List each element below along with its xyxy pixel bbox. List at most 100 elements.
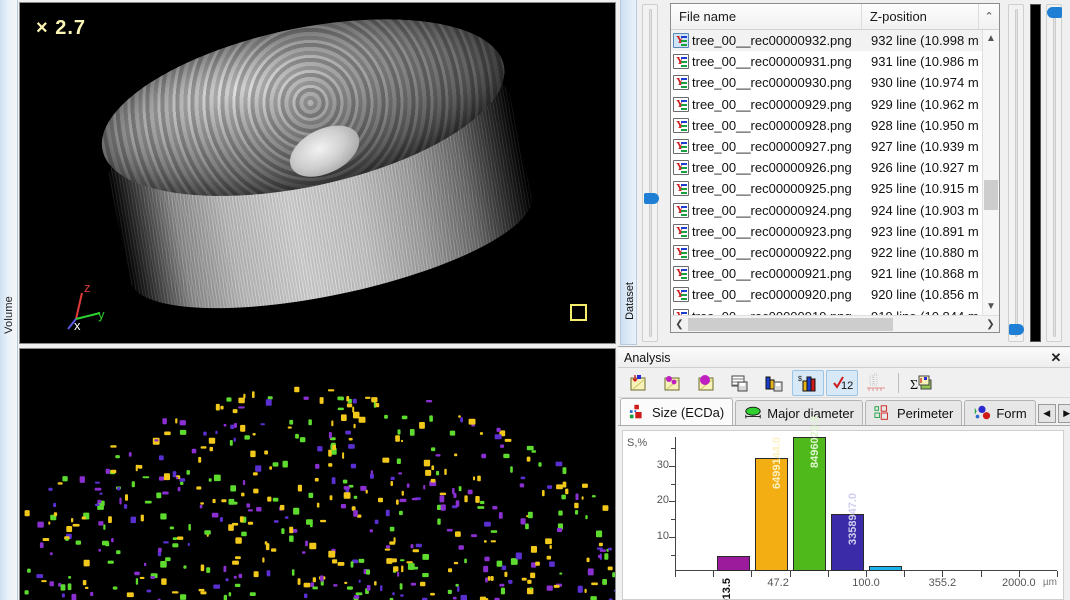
bar-slot: 508374.4: [866, 437, 904, 571]
slice-file-icon: Y: [673, 54, 689, 69]
save-chart-icon[interactable]: [758, 370, 790, 396]
scroll-left-icon[interactable]: ❮: [671, 319, 688, 330]
file-list-vertical-scrollbar[interactable]: ▲ ▼: [982, 30, 999, 315]
tab-size-ecda[interactable]: Size (ECDa): [620, 398, 733, 425]
tab-label: Size (ECDa): [652, 405, 724, 420]
cell-file-name: tree_00__rec00000930.png: [692, 75, 866, 90]
form-icon: [973, 404, 991, 422]
check-numbers-icon[interactable]: 123: [826, 370, 858, 396]
cell-file-name: tree_00__rec00000920.png: [692, 287, 866, 302]
slider-thumb[interactable]: [644, 193, 659, 204]
range-lower-thumb[interactable]: [1009, 324, 1024, 335]
chevron-up-icon[interactable]: ⌃: [979, 4, 999, 29]
analysis-tab-bar: Size (ECDa) Major diameterPerimeter Form ◀▶: [618, 398, 1070, 426]
stacked-bars-icon[interactable]: $: [792, 370, 824, 396]
cell-z-position: 928 line (10.950 m: [866, 118, 986, 133]
bar-value-label: 3358947.0: [847, 493, 859, 545]
cell-z-position: 932 line (10.998 m: [866, 33, 986, 48]
dataset-position-slider[interactable]: [642, 4, 658, 342]
cell-file-name: tree_00__rec00000928.png: [692, 118, 866, 133]
vertical-scroll-thumb[interactable]: [984, 180, 998, 210]
save-table-icon[interactable]: [724, 370, 756, 396]
cell-file-name: tree_00__rec00000926.png: [692, 160, 866, 175]
horizontal-scroll-thumb[interactable]: [688, 318, 893, 331]
perimeter-icon: [874, 404, 892, 422]
svg-text:123: 123: [841, 380, 853, 392]
tab-label: Form: [996, 406, 1026, 421]
histogram-bar[interactable]: 1026913.5: [717, 556, 750, 571]
histogram-chart[interactable]: S,% 102030 212205.61026913.56499144.0849…: [622, 430, 1064, 600]
histogram-bar[interactable]: 3358947.0: [831, 514, 864, 571]
tab-scroll-right-icon[interactable]: ▶: [1058, 404, 1070, 423]
table-row[interactable]: Ytree_00__rec00000932.png932 line (10.99…: [671, 30, 999, 51]
column-header-z-position[interactable]: Z-position: [862, 4, 979, 29]
table-row[interactable]: Ytree_00__rec00000930.png930 line (10.97…: [671, 72, 999, 93]
volume-tab[interactable]: Volume: [0, 270, 18, 360]
slice-file-icon: Y: [673, 203, 689, 218]
y-tick-label: 10: [629, 530, 669, 542]
dataset-tab[interactable]: Dataset: [623, 266, 637, 336]
y-tick-label: 20: [629, 494, 669, 506]
table-row[interactable]: Ytree_00__rec00000929.png929 line (10.96…: [671, 94, 999, 115]
tab-scroll-left-icon[interactable]: ◀: [1038, 404, 1056, 423]
x-tick-label: 47.2: [767, 577, 788, 589]
particle-map-viewport[interactable]: [19, 348, 616, 600]
histogram-bar[interactable]: 6499144.0: [755, 458, 788, 571]
table-row[interactable]: Ytree_00__rec00000924.png924 line (10.90…: [671, 200, 999, 221]
ellipse-icon: [744, 404, 762, 422]
close-icon[interactable]: ✕: [1048, 350, 1064, 366]
table-row[interactable]: Ytree_00__rec00000920.png920 line (10.85…: [671, 284, 999, 305]
add-points-icon[interactable]: [656, 370, 688, 396]
range-slider-upper[interactable]: [1046, 4, 1062, 342]
svg-text:$: $: [798, 376, 802, 383]
file-list-header: File name Z-position ⌃: [671, 4, 999, 30]
slider-track: [1053, 9, 1056, 337]
import-data-icon[interactable]: [622, 370, 654, 396]
table-row[interactable]: Ytree_00__rec00000922.png922 line (10.88…: [671, 242, 999, 263]
slider-track: [1015, 9, 1018, 337]
column-header-file-name[interactable]: File name: [671, 4, 862, 29]
table-row[interactable]: Ytree_00__rec00000931.png931 line (10.98…: [671, 51, 999, 72]
table-row[interactable]: Ytree_00__rec00000926.png926 line (10.92…: [671, 157, 999, 178]
cell-z-position: 924 line (10.903 m: [866, 203, 986, 218]
dataset-tab-strip[interactable]: Dataset: [620, 0, 637, 345]
sum-layers-icon[interactable]: Σ: [905, 370, 937, 396]
volume-3d-viewport[interactable]: × 2.7 z y x: [19, 2, 616, 344]
bar-slot: 212205.6: [676, 437, 714, 571]
table-row[interactable]: Ytree_00__rec00000921.png921 line (10.86…: [671, 263, 999, 284]
axis-x-label: x: [74, 318, 81, 331]
axis-orientation-gizmo: z y x: [58, 279, 110, 331]
scroll-right-icon[interactable]: ❯: [982, 319, 999, 330]
table-row[interactable]: Ytree_00__rec00000923.png923 line (10.89…: [671, 221, 999, 242]
file-list-horizontal-scrollbar[interactable]: ❮ ❯: [671, 315, 999, 332]
scroll-up-icon[interactable]: ▲: [983, 30, 999, 47]
distribution-axis-icon: [860, 370, 892, 396]
cell-z-position: 925 line (10.915 m: [866, 181, 986, 196]
tab-major-diameter[interactable]: Major diameter: [735, 400, 863, 425]
bar-value-label: 8496020.8: [809, 416, 821, 468]
bar-slot: 0.0: [943, 437, 981, 571]
histogram-bar[interactable]: 8496020.8: [793, 437, 826, 571]
x-tick-mark: [828, 571, 829, 577]
chart-plot-area: 212205.61026913.56499144.08496020.833589…: [675, 437, 1057, 571]
tab-form[interactable]: Form: [964, 400, 1035, 425]
selection-marker-square[interactable]: [570, 304, 587, 321]
x-tick-mark: [904, 571, 905, 577]
toolbar-separator: [898, 373, 899, 393]
table-row[interactable]: Ytree_00__rec00000928.png928 line (10.95…: [671, 115, 999, 136]
analysis-panel: Analysis ✕ $123Σ Size (ECDa)Major diamet…: [618, 348, 1070, 600]
table-row[interactable]: Ytree_00__rec00000925.png925 line (10.91…: [671, 178, 999, 199]
range-upper-thumb[interactable]: [1047, 7, 1062, 18]
file-list[interactable]: File name Z-position ⌃ Ytree_00__rec0000…: [670, 3, 1000, 333]
x-tick-mark: [981, 571, 982, 577]
slice-file-icon: Y: [673, 97, 689, 112]
dataset-section: Dataset File name Z-position ⌃ Ytree_00_…: [618, 0, 1070, 347]
bar-value-label: 6499144.0: [771, 437, 783, 489]
scroll-down-icon[interactable]: ▼: [983, 298, 999, 315]
tab-perimeter[interactable]: Perimeter: [865, 400, 962, 425]
slice-file-icon: Y: [673, 75, 689, 90]
bubble-plot-icon[interactable]: [690, 370, 722, 396]
x-tick-mark: [675, 571, 676, 577]
table-row[interactable]: Ytree_00__rec00000927.png927 line (10.93…: [671, 136, 999, 157]
range-slider-lower[interactable]: [1008, 4, 1024, 342]
